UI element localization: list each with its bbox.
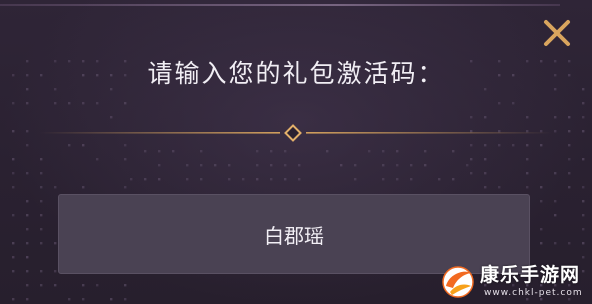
close-button[interactable] [540, 16, 574, 50]
gift-code-input[interactable] [58, 194, 530, 274]
top-border-line [0, 4, 560, 6]
diamond-ornament-icon [284, 124, 302, 142]
dialog-title: 请输入您的礼包激活码： [147, 59, 445, 88]
gift-code-dialog: 请输入您的礼包激活码： 康乐手游网 www.chkl-pet.com [0, 0, 592, 304]
title-divider [40, 124, 552, 142]
close-icon [544, 20, 570, 46]
watermark-url: www.chkl-pet.com [484, 288, 583, 298]
